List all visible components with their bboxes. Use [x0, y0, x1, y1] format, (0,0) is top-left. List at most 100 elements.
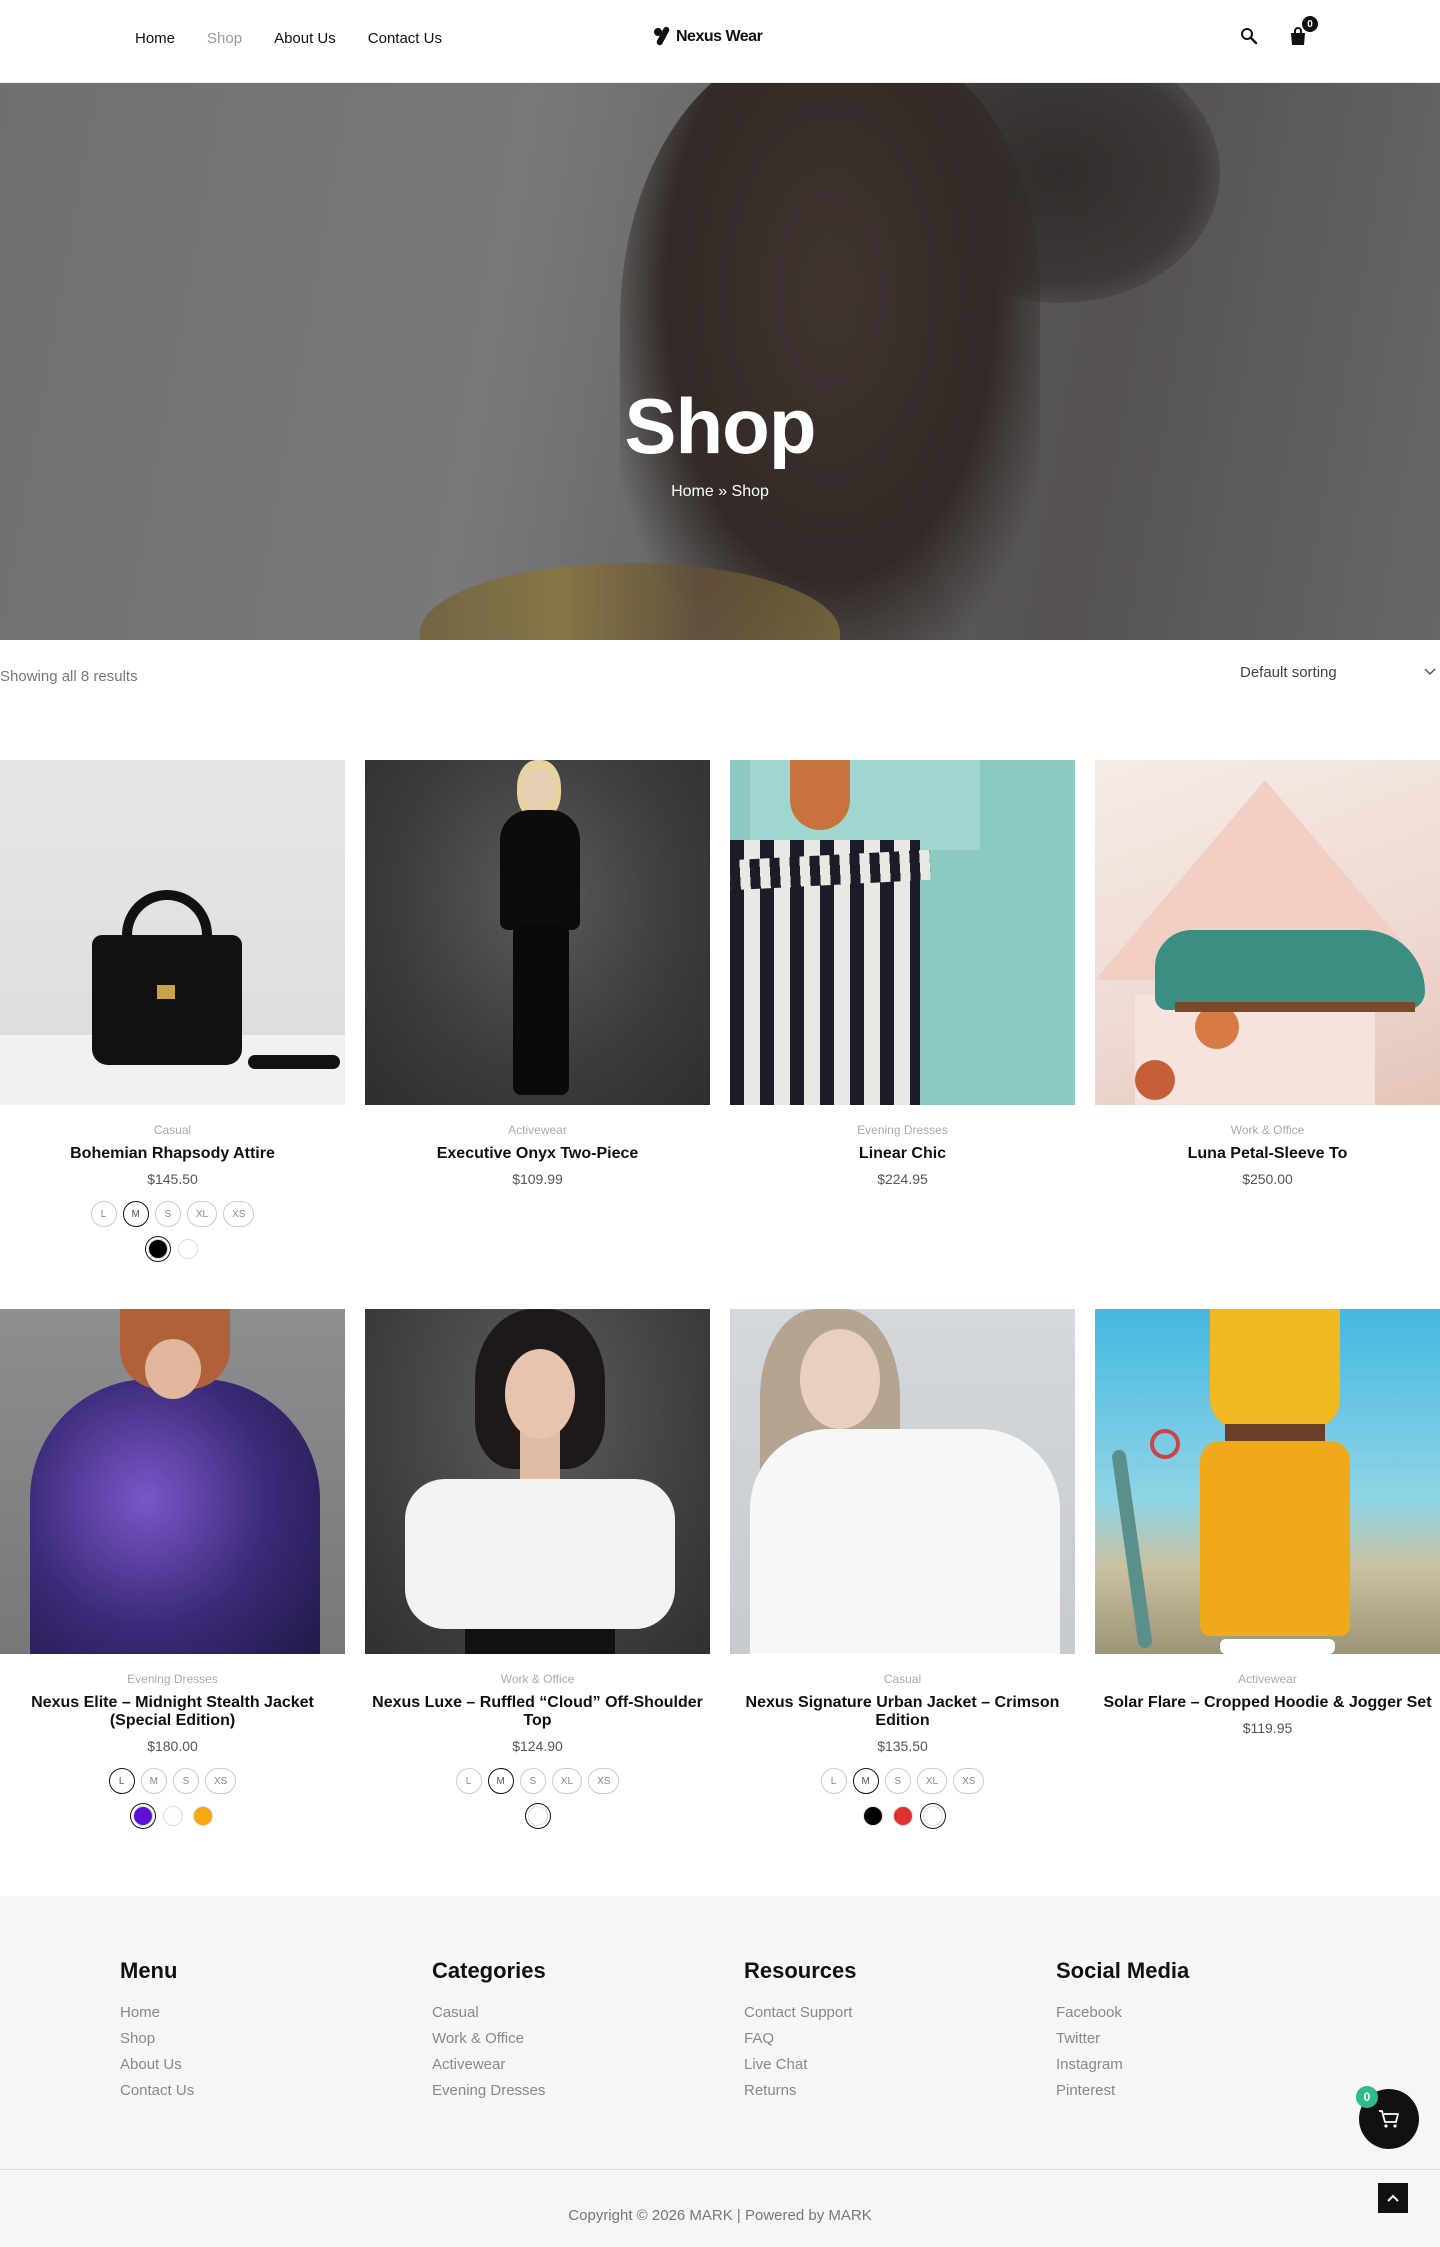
footer-link[interactable]: Home	[120, 2000, 194, 2026]
color-options	[0, 1806, 345, 1826]
product-title[interactable]: Bohemian Rhapsody Attire	[0, 1145, 345, 1163]
footer-link[interactable]: Shop	[120, 2026, 194, 2052]
size-option-xs[interactable]: XS	[953, 1768, 985, 1794]
product-image[interactable]	[365, 760, 710, 1105]
search-icon[interactable]	[1240, 27, 1258, 50]
product-card[interactable]: Work & Office Nexus Luxe – Ruffled “Cloud…	[365, 1309, 710, 1826]
size-option-xs[interactable]: XS	[588, 1768, 620, 1794]
product-title[interactable]: Luna Petal-Sleeve To	[1095, 1145, 1440, 1163]
color-swatch[interactable]	[862, 1806, 883, 1826]
color-swatch[interactable]	[527, 1806, 548, 1826]
cart-button[interactable]: 0	[1288, 16, 1318, 51]
product-category[interactable]: Casual	[0, 1123, 345, 1137]
footer-link[interactable]: Pinterest	[1056, 2078, 1189, 2104]
size-option-xs[interactable]: XS	[223, 1201, 255, 1227]
size-option-xl[interactable]: XL	[916, 1768, 948, 1794]
footer-link[interactable]: FAQ	[744, 2026, 857, 2052]
product-price: $135.50	[877, 1738, 928, 1754]
color-swatch[interactable]	[192, 1806, 213, 1826]
size-option-l[interactable]: L	[455, 1768, 482, 1794]
product-category[interactable]: Activewear	[1095, 1672, 1440, 1686]
product-title[interactable]: Nexus Luxe – Ruffled “Cloud” Off-Shoulde…	[365, 1694, 710, 1730]
product-category[interactable]: Activewear	[365, 1123, 710, 1137]
breadcrumb[interactable]: Home » Shop	[0, 483, 1440, 501]
product-card[interactable]: Casual Nexus Signature Urban Jacket – Cri…	[730, 1309, 1075, 1826]
nav-contact-us[interactable]: Contact Us	[368, 30, 442, 47]
size-option-xl[interactable]: XL	[551, 1768, 583, 1794]
product-category[interactable]: Evening Dresses	[730, 1123, 1075, 1137]
size-option-m[interactable]: M	[852, 1768, 879, 1794]
size-option-s[interactable]: S	[519, 1768, 546, 1794]
product-price: $180.00	[147, 1738, 198, 1754]
site-header: Home Shop About Us Contact Us Nexus Wear…	[0, 0, 1440, 83]
footer-link[interactable]: Facebook	[1056, 2000, 1189, 2026]
size-option-l[interactable]: L	[108, 1768, 135, 1794]
footer-link[interactable]: Live Chat	[744, 2052, 857, 2078]
size-option-l[interactable]: L	[90, 1201, 117, 1227]
product-image[interactable]	[1095, 760, 1440, 1105]
size-option-m[interactable]: M	[140, 1768, 167, 1794]
nav-home[interactable]: Home	[135, 30, 175, 47]
product-card[interactable]: Evening Dresses Nexus Elite – Midnight St…	[0, 1309, 345, 1826]
product-category[interactable]: Work & Office	[1095, 1123, 1440, 1137]
product-price: $250.00	[1242, 1171, 1293, 1187]
product-card[interactable]: Casual Bohemian Rhapsody Attire $145.50 L M S…	[0, 760, 345, 1259]
shop-toolbar: Showing all 8 results Default sorting	[0, 640, 1440, 720]
product-title[interactable]: Nexus Signature Urban Jacket – Crimson E…	[730, 1694, 1075, 1730]
nav-shop[interactable]: Shop	[207, 30, 242, 47]
product-title[interactable]: Nexus Elite – Midnight Stealth Jacket (S…	[0, 1694, 345, 1730]
footer-link[interactable]: Activewear	[432, 2052, 546, 2078]
footer-link[interactable]: Contact Us	[120, 2078, 194, 2104]
product-image[interactable]	[1095, 1309, 1440, 1654]
product-card[interactable]: Activewear Executive Onyx Two-Piece $109.9…	[365, 760, 710, 1259]
color-swatch[interactable]	[162, 1806, 183, 1826]
footer-resources: Resources Contact Support FAQ Live Chat …	[744, 1958, 857, 2104]
nav-about-us[interactable]: About Us	[274, 30, 336, 47]
size-option-xs[interactable]: XS	[205, 1768, 237, 1794]
color-swatch[interactable]	[892, 1806, 913, 1826]
product-category[interactable]: Casual	[730, 1672, 1075, 1686]
footer-link[interactable]: Returns	[744, 2078, 857, 2104]
sort-select[interactable]: Default sorting	[1240, 664, 1440, 681]
color-options	[365, 1806, 710, 1826]
size-option-l[interactable]: L	[820, 1768, 847, 1794]
footer-heading: Categories	[432, 1958, 546, 1983]
product-title[interactable]: Linear Chic	[730, 1145, 1075, 1163]
size-option-s[interactable]: S	[173, 1768, 199, 1794]
footer-link[interactable]: Work & Office	[432, 2026, 546, 2052]
site-logo[interactable]: Nexus Wear	[652, 25, 763, 48]
footer-link[interactable]: Twitter	[1056, 2026, 1189, 2052]
footer-link[interactable]: Evening Dresses	[432, 2078, 546, 2104]
size-options: L M S XS	[0, 1768, 345, 1794]
product-image[interactable]	[365, 1309, 710, 1654]
footer-link[interactable]: Instagram	[1056, 2052, 1189, 2078]
product-card[interactable]: Evening Dresses Linear Chic $224.95	[730, 760, 1075, 1259]
color-swatch[interactable]	[132, 1806, 153, 1826]
color-swatch[interactable]	[922, 1806, 943, 1826]
color-swatch[interactable]	[147, 1239, 168, 1259]
product-image[interactable]	[730, 1309, 1075, 1654]
product-image[interactable]	[0, 760, 345, 1105]
color-swatch[interactable]	[177, 1239, 198, 1259]
size-option-m[interactable]: M	[487, 1768, 514, 1794]
footer-link[interactable]: Casual	[432, 2000, 546, 2026]
product-title[interactable]: Solar Flare – Cropped Hoodie & Jogger Se…	[1095, 1694, 1440, 1712]
footer-link[interactable]: About Us	[120, 2052, 194, 2078]
size-option-s[interactable]: S	[154, 1201, 181, 1227]
product-card[interactable]: Activewear Solar Flare – Cropped Hoodie &…	[1095, 1309, 1440, 1826]
product-price: $119.95	[1242, 1720, 1293, 1736]
floating-cart-button[interactable]: 0	[1356, 2086, 1419, 2149]
scroll-to-top-button[interactable]	[1378, 2183, 1408, 2213]
product-card[interactable]: Work & Office Luna Petal-Sleeve To $250.00	[1095, 760, 1440, 1259]
product-title[interactable]: Executive Onyx Two-Piece	[365, 1145, 710, 1163]
size-option-s[interactable]: S	[884, 1768, 911, 1794]
product-category[interactable]: Evening Dresses	[0, 1672, 345, 1686]
size-option-xl[interactable]: XL	[186, 1201, 218, 1227]
footer-heading: Menu	[120, 1958, 178, 1983]
product-image[interactable]	[730, 760, 1075, 1105]
logo-text: Nexus Wear	[676, 28, 763, 45]
footer-link[interactable]: Contact Support	[744, 2000, 857, 2026]
product-image[interactable]	[0, 1309, 345, 1654]
size-option-m[interactable]: M	[122, 1201, 149, 1227]
product-category[interactable]: Work & Office	[365, 1672, 710, 1686]
